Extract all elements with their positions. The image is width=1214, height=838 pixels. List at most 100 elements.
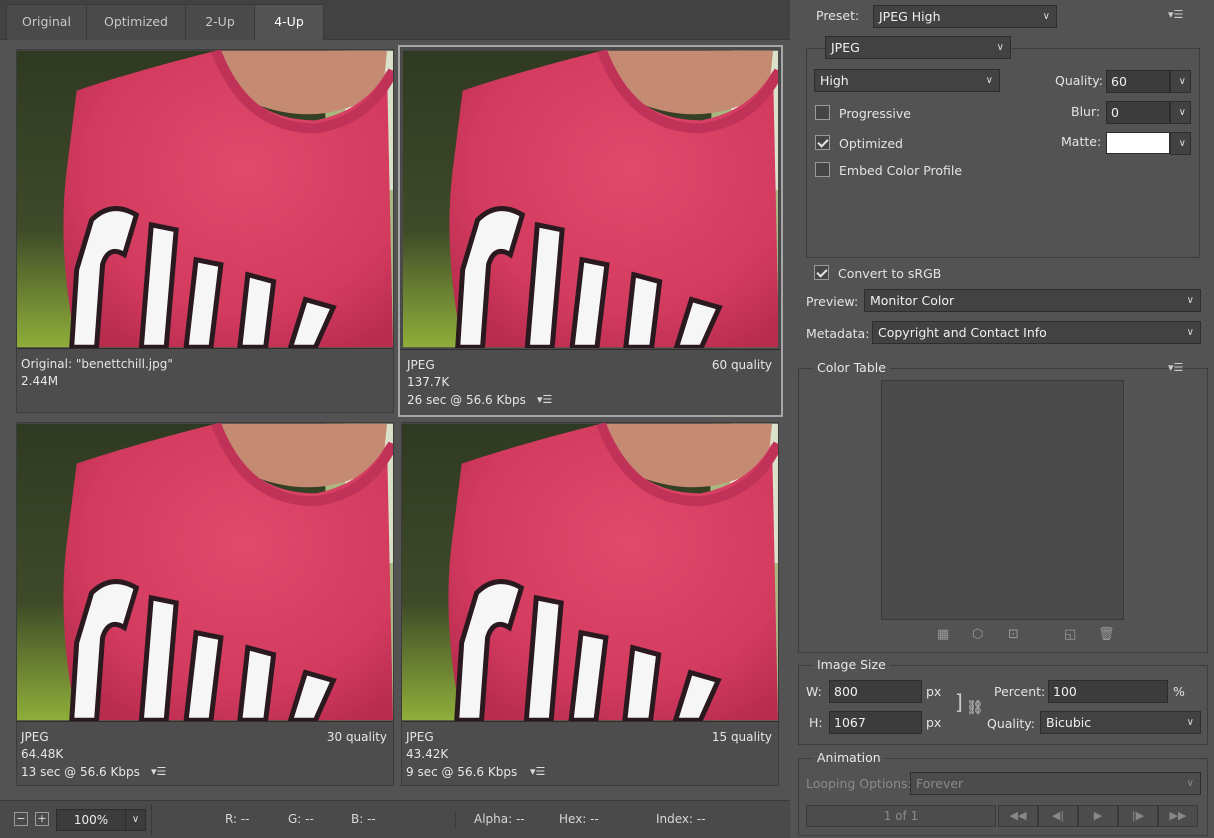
status-bar: − + 100% ∨ R: -- G: -- B: -- Alpha: -- H… bbox=[0, 800, 790, 838]
height-unit: px bbox=[926, 715, 942, 730]
width-label: W: bbox=[806, 684, 822, 699]
tab-4-up[interactable]: 4-Up bbox=[254, 4, 324, 41]
percent-value: 100 bbox=[1053, 684, 1077, 699]
preset-label: Preset: bbox=[816, 8, 860, 23]
blur-slider-toggle[interactable]: ∨ bbox=[1170, 101, 1191, 124]
panel-menu-icon[interactable]: ▾☰ bbox=[1168, 8, 1183, 21]
preview-size: 43.42K bbox=[406, 747, 449, 761]
color-table-title: Color Table bbox=[813, 360, 890, 375]
quality-input[interactable]: 60 bbox=[1106, 70, 1170, 93]
tab-original[interactable]: Original bbox=[6, 4, 87, 40]
transparency-icon[interactable]: ▦ bbox=[937, 627, 949, 642]
color-table-menu-icon[interactable]: ▾☰ bbox=[1168, 361, 1184, 374]
looping-options-value: Forever bbox=[916, 776, 964, 791]
metadata-value: Copyright and Contact Info bbox=[878, 325, 1047, 340]
percent-input[interactable]: 100 bbox=[1048, 680, 1168, 703]
convert-srgb-checkbox[interactable] bbox=[814, 265, 829, 280]
new-color-icon[interactable]: ◱ bbox=[1064, 627, 1076, 642]
zoom-out-icon[interactable]: − bbox=[14, 812, 28, 826]
constrain-bracket-icon: ] bbox=[955, 690, 963, 714]
play-icon[interactable]: ▶ bbox=[1078, 805, 1118, 827]
chevron-down-icon: ∨ bbox=[1186, 717, 1194, 728]
first-frame-icon[interactable]: ◀◀ bbox=[998, 805, 1038, 827]
matte-color-swatch[interactable] bbox=[1106, 132, 1170, 154]
embed-color-profile-label: Embed Color Profile bbox=[839, 163, 963, 178]
preview-format: JPEG bbox=[407, 358, 435, 372]
chevron-down-icon[interactable]: ∨ bbox=[125, 810, 145, 830]
preview-pane-optimized-3[interactable]: JPEG 43.42K 9 sec @ 56.6 Kbps 15 quality… bbox=[401, 422, 779, 786]
progressive-label: Progressive bbox=[839, 106, 911, 121]
last-frame-icon[interactable]: ▶▶ bbox=[1158, 805, 1198, 827]
resample-quality-label: Quality: bbox=[987, 716, 1035, 731]
lock-color-icon[interactable]: ⊡ bbox=[1008, 627, 1019, 642]
quality-slider-toggle[interactable]: ∨ bbox=[1170, 70, 1191, 93]
preview-size: 64.48K bbox=[21, 747, 64, 761]
preview-download-time: 9 sec @ 56.6 Kbps bbox=[406, 765, 518, 779]
matte-label: Matte: bbox=[1061, 134, 1102, 149]
height-input[interactable]: 1067 bbox=[829, 711, 922, 734]
chevron-down-icon: ∨ bbox=[1042, 11, 1050, 22]
preview-pane-original[interactable]: Original: "benettchill.jpg" 2.44M bbox=[16, 49, 394, 413]
preset-value: JPEG High bbox=[879, 9, 941, 24]
progressive-checkbox[interactable] bbox=[815, 105, 830, 120]
color-table-grid[interactable] bbox=[881, 380, 1124, 620]
preview-image[interactable] bbox=[17, 50, 393, 348]
preview-value: Monitor Color bbox=[870, 293, 955, 308]
preview-image[interactable] bbox=[17, 423, 393, 721]
preview-menu-icon[interactable]: ▾☰ bbox=[151, 765, 166, 778]
preview-download-time: 26 sec @ 56.6 Kbps bbox=[407, 393, 526, 407]
embed-color-profile-checkbox[interactable] bbox=[815, 162, 830, 177]
preview-pane-optimized-1[interactable]: JPEG 137.7K 26 sec @ 56.6 Kbps 60 qualit… bbox=[398, 45, 783, 417]
animation-title: Animation bbox=[813, 750, 885, 765]
preview-label: Preview: bbox=[806, 294, 859, 309]
frame-counter-value: 1 of 1 bbox=[883, 809, 919, 823]
status-red: R: -- bbox=[225, 812, 250, 826]
preview-format: Original: "benettchill.jpg" bbox=[21, 357, 173, 371]
blur-label: Blur: bbox=[1071, 104, 1101, 119]
looping-options-select[interactable]: Forever ∨ bbox=[910, 772, 1201, 795]
zoom-in-icon[interactable]: + bbox=[35, 812, 49, 826]
preview-pane-optimized-2[interactable]: JPEG 64.48K 13 sec @ 56.6 Kbps 30 qualit… bbox=[16, 422, 394, 786]
zoom-level-select[interactable]: 100% ∨ bbox=[56, 809, 146, 831]
preview-select[interactable]: Monitor Color ∨ bbox=[864, 289, 1201, 312]
chevron-down-icon: ∨ bbox=[996, 42, 1004, 53]
preview-quality: 60 quality bbox=[711, 358, 772, 372]
previous-frame-icon[interactable]: ◀| bbox=[1038, 805, 1078, 827]
view-tab-bar: Original Optimized 2-Up 4-Up bbox=[0, 0, 790, 41]
preview-info: JPEG 64.48K 13 sec @ 56.6 Kbps 30 qualit… bbox=[17, 721, 393, 785]
preview-menu-icon[interactable]: ▾☰ bbox=[530, 765, 545, 778]
chevron-down-icon: ∨ bbox=[1178, 138, 1186, 149]
chevron-down-icon: ∨ bbox=[1186, 327, 1194, 338]
zoom-level-value: 100% bbox=[73, 813, 109, 827]
optimized-label: Optimized bbox=[839, 136, 903, 151]
width-input[interactable]: 800 bbox=[829, 680, 922, 703]
preview-size: 2.44M bbox=[21, 374, 59, 388]
preview-image[interactable] bbox=[402, 423, 778, 721]
status-index: Index: -- bbox=[656, 812, 706, 826]
preview-menu-icon[interactable]: ▾☰ bbox=[537, 393, 552, 406]
delete-color-icon[interactable]: 🗑 bbox=[1098, 627, 1115, 642]
quality-level-select[interactable]: High ∨ bbox=[814, 69, 1000, 92]
matte-select[interactable]: ∨ bbox=[1170, 132, 1191, 155]
preview-size: 137.7K bbox=[407, 375, 450, 389]
blur-input[interactable]: 0 bbox=[1106, 101, 1170, 124]
link-proportions-icon[interactable]: ⛓ bbox=[966, 700, 984, 716]
format-value: JPEG bbox=[831, 40, 860, 55]
web-snap-cube-icon[interactable]: ⬡ bbox=[972, 627, 983, 642]
status-blue: B: -- bbox=[351, 812, 376, 826]
preview-image[interactable] bbox=[403, 50, 778, 348]
optimized-checkbox[interactable] bbox=[815, 135, 830, 150]
format-select[interactable]: JPEG ∨ bbox=[825, 36, 1011, 59]
resample-quality-select[interactable]: Bicubic ∨ bbox=[1040, 711, 1201, 734]
preset-select[interactable]: JPEG High ∨ bbox=[873, 5, 1057, 28]
next-frame-icon[interactable]: |▶ bbox=[1118, 805, 1158, 827]
convert-srgb-label: Convert to sRGB bbox=[838, 266, 942, 281]
tab-optimized[interactable]: Optimized bbox=[86, 4, 186, 40]
preview-format: JPEG bbox=[21, 730, 49, 744]
tab-2-up[interactable]: 2-Up bbox=[185, 4, 255, 40]
height-value: 1067 bbox=[834, 715, 866, 730]
preview-quality: 30 quality bbox=[326, 730, 387, 744]
chevron-down-icon: ∨ bbox=[1186, 778, 1194, 789]
height-label: H: bbox=[809, 715, 823, 730]
metadata-select[interactable]: Copyright and Contact Info ∨ bbox=[872, 321, 1201, 344]
